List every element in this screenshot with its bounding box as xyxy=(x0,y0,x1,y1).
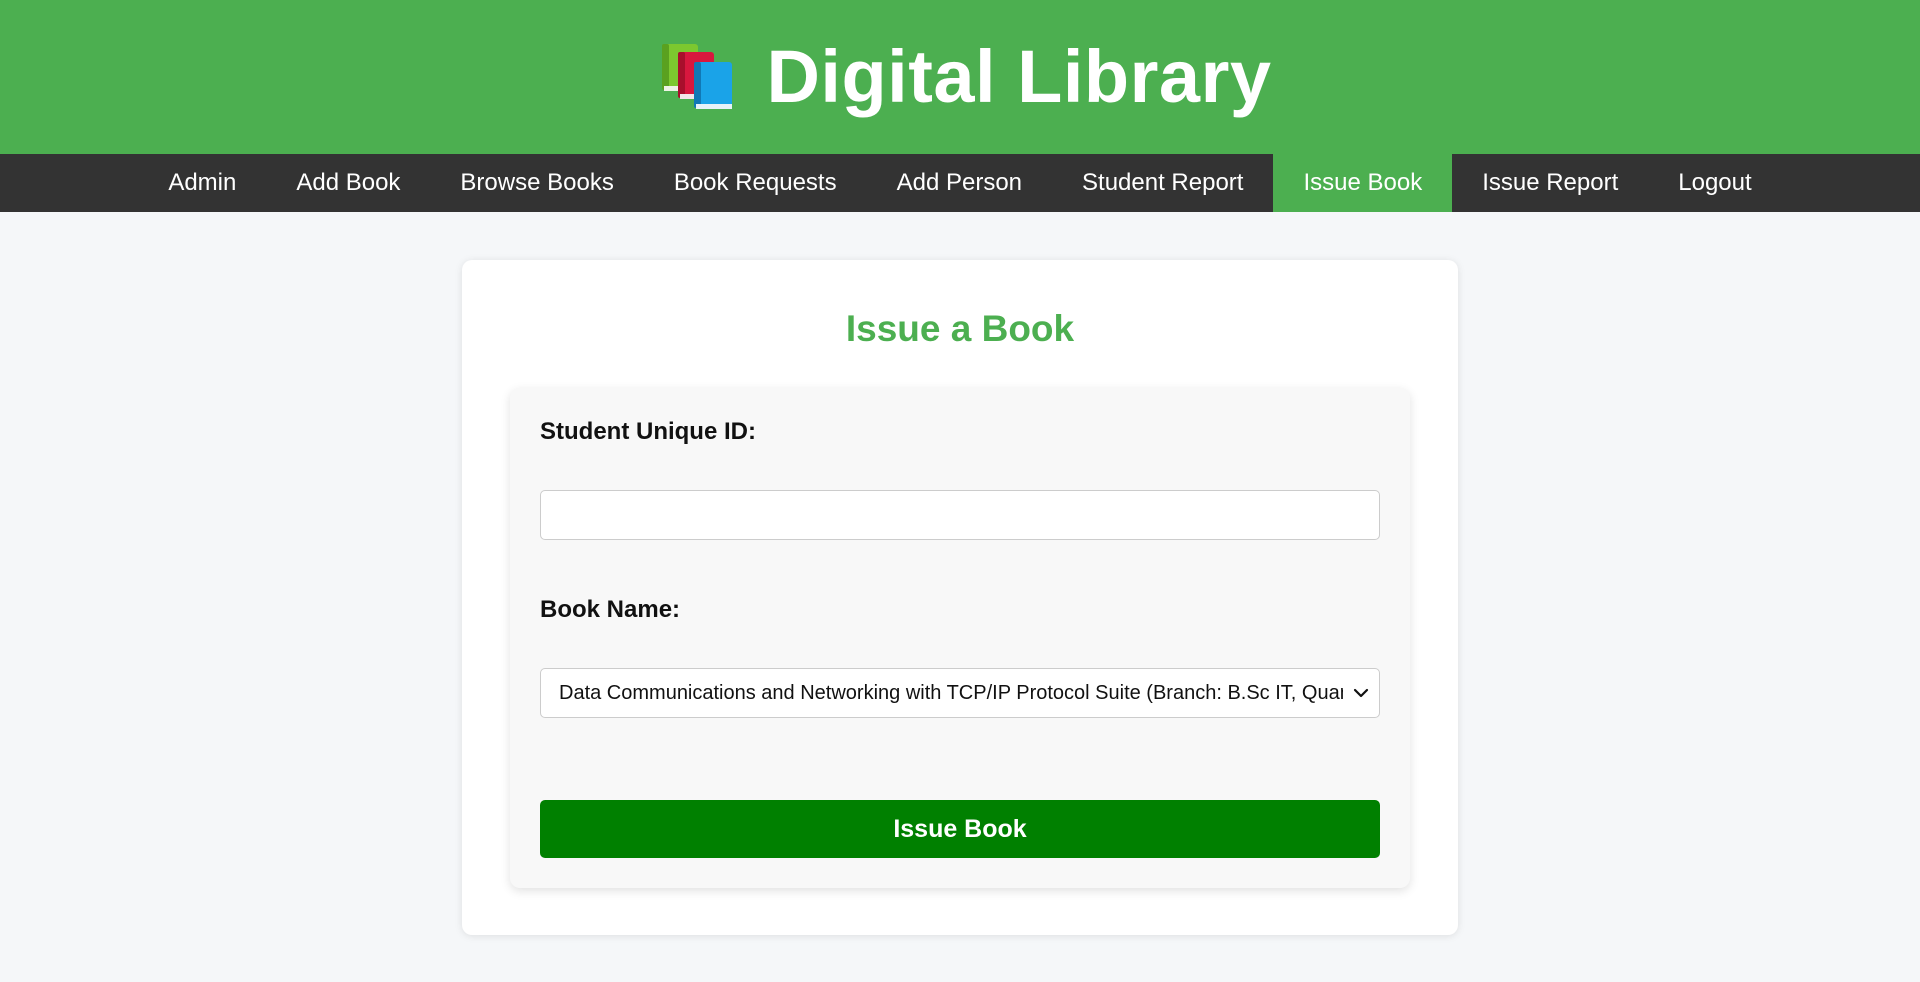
books-icon xyxy=(662,44,733,109)
page-title: Issue a Book xyxy=(845,308,1075,349)
book-name-select[interactable]: Data Communications and Networking with … xyxy=(540,668,1380,718)
nav-item-issue-book[interactable]: Issue Book xyxy=(1273,154,1453,212)
issue-book-button[interactable]: Issue Book xyxy=(540,800,1380,858)
header-brand: Digital Library xyxy=(660,40,1271,114)
nav-item-book-requests[interactable]: Book Requests xyxy=(644,154,867,212)
main-nav: Admin Add Book Browse Books Book Request… xyxy=(0,154,1920,212)
book-name-selected-value: Data Communications and Networking with … xyxy=(559,681,1343,704)
nav-item-issue-report[interactable]: Issue Report xyxy=(1452,154,1648,212)
nav-item-logout[interactable]: Logout xyxy=(1648,154,1781,212)
nav-item-add-book[interactable]: Add Book xyxy=(266,154,430,212)
issue-book-card: Issue a Book Student Unique ID: Book Nam… xyxy=(462,260,1458,935)
nav-item-add-person[interactable]: Add Person xyxy=(867,154,1052,212)
student-id-label: Student Unique ID: xyxy=(540,418,756,445)
student-id-input[interactable] xyxy=(540,490,1380,540)
site-title: Digital Library xyxy=(766,35,1272,118)
chevron-down-icon xyxy=(1343,688,1379,698)
book-name-label: Book Name: xyxy=(540,596,681,623)
nav-item-admin[interactable]: Admin xyxy=(138,154,266,212)
site-header: Digital Library xyxy=(0,0,1920,154)
issue-book-form: Student Unique ID: Book Name: Data Commu… xyxy=(510,388,1410,888)
nav-item-student-report[interactable]: Student Report xyxy=(1052,154,1273,212)
nav-item-browse-books[interactable]: Browse Books xyxy=(430,154,643,212)
